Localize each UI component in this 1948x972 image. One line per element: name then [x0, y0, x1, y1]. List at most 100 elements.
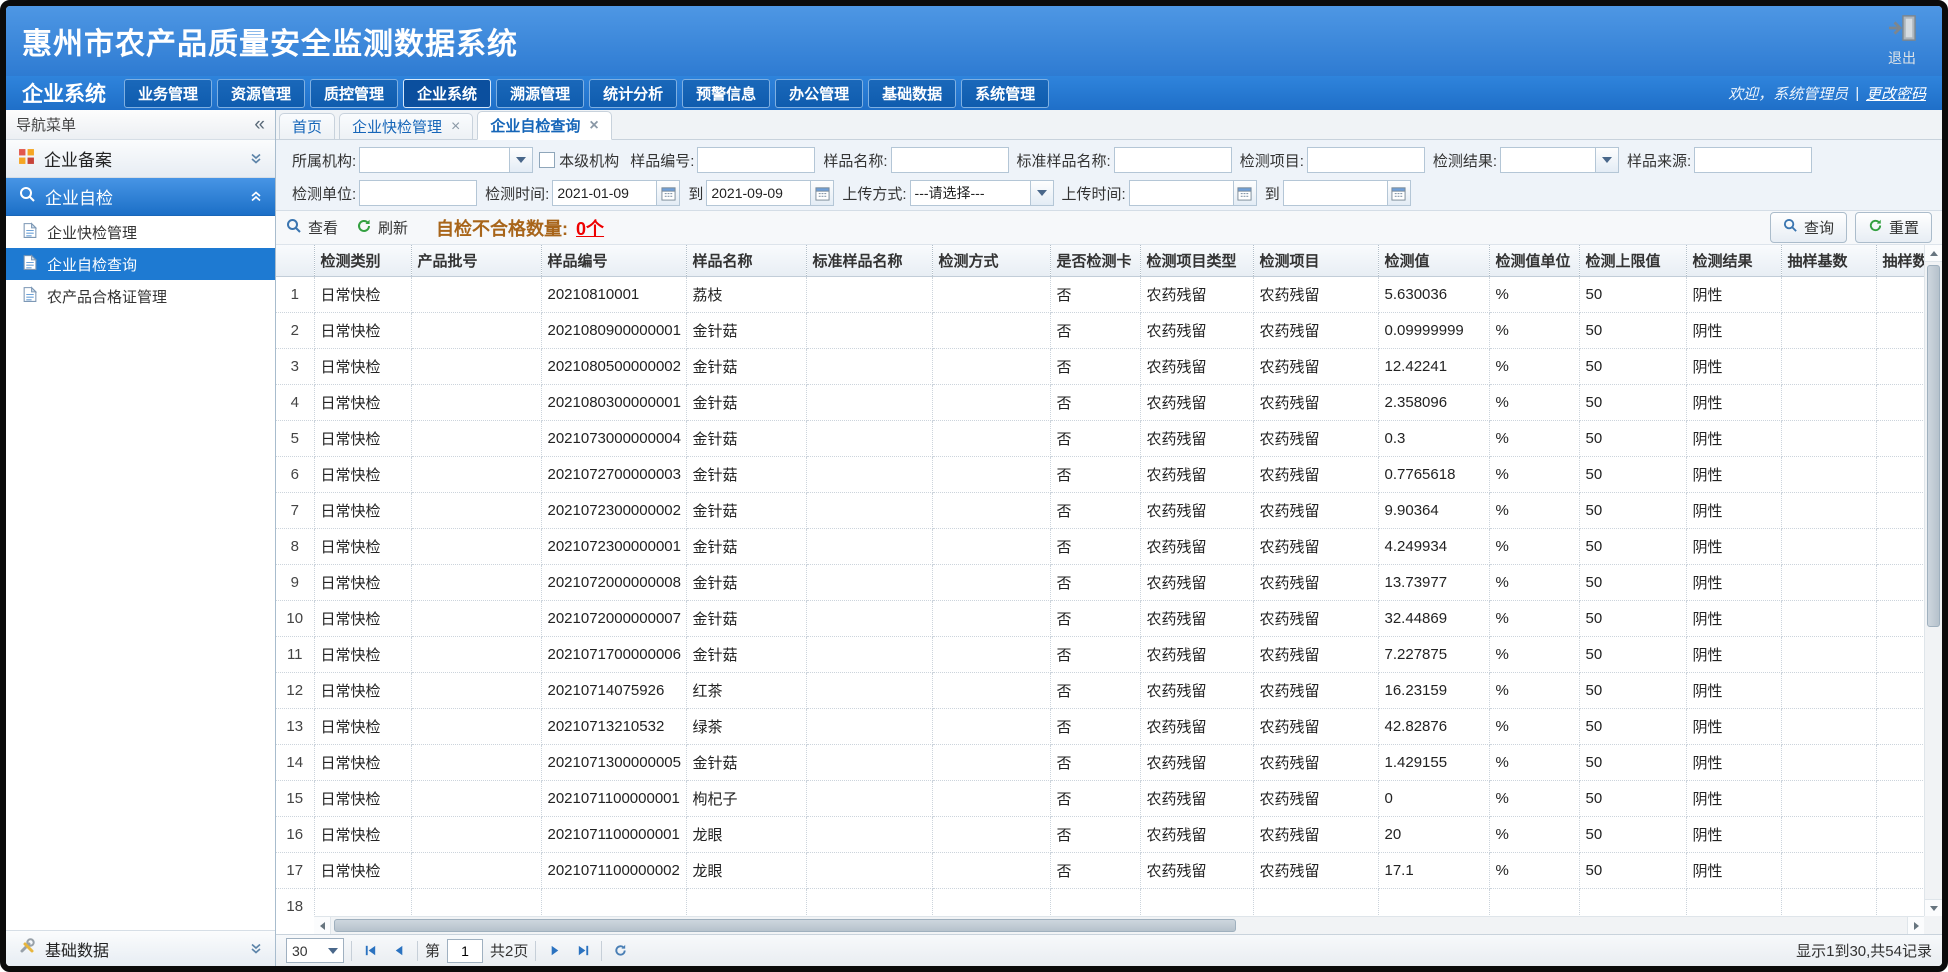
calendar-icon[interactable]: [656, 180, 680, 206]
column-header[interactable]: 检测值: [1378, 245, 1489, 276]
table-row[interactable]: 15日常快检2021071100000001枸杞子否农药残留农药残留0%50阴性: [276, 780, 1924, 816]
org-input[interactable]: [359, 147, 509, 173]
change-password-link[interactable]: 更改密码: [1866, 83, 1926, 104]
sidebar-panel-base-data[interactable]: 基础数据: [6, 930, 275, 966]
table-row[interactable]: 2日常快检2021080900000001金针菇否农药残留农药残留0.09999…: [276, 312, 1924, 348]
sidebar-item[interactable]: 农产品合格证管理: [6, 280, 275, 312]
table-row[interactable]: 10日常快检2021072000000007金针菇否农药残留农药残留32.448…: [276, 600, 1924, 636]
first-page-button[interactable]: [359, 940, 381, 962]
table-row[interactable]: 5日常快检2021073000000004金针菇否农药残留农药残留0.3%50阴…: [276, 420, 1924, 456]
table-row[interactable]: 12日常快检20210714075926红茶否农药残留农药残留16.23159%…: [276, 672, 1924, 708]
test-time-to-input[interactable]: [706, 180, 810, 206]
column-header[interactable]: 检测结果: [1686, 245, 1781, 276]
chevron-double-down-icon[interactable]: [249, 152, 263, 166]
view-button[interactable]: 查看: [286, 217, 338, 238]
reset-button[interactable]: 重置: [1855, 212, 1932, 243]
sample-source-input[interactable]: [1694, 147, 1812, 173]
test-item-input[interactable]: [1307, 147, 1425, 173]
last-page-button[interactable]: [572, 940, 594, 962]
table-row[interactable]: 3日常快检2021080500000002金针菇否农药残留农药残留12.4224…: [276, 348, 1924, 384]
column-header[interactable]: 检测上限值: [1579, 245, 1686, 276]
column-header[interactable]: 样品编号: [541, 245, 686, 276]
tab[interactable]: 企业自检查询×: [477, 111, 611, 140]
table-row[interactable]: 9日常快检2021072000000008金针菇否农药残留农药残留13.7397…: [276, 564, 1924, 600]
calendar-icon[interactable]: [810, 180, 834, 206]
column-header[interactable]: 检测类别: [314, 245, 411, 276]
tab[interactable]: 企业快检管理×: [339, 113, 473, 140]
table-row[interactable]: 16日常快检2021071100000001龙眼否农药残留农药残留20%50阴性: [276, 816, 1924, 852]
nav-item[interactable]: 质控管理: [310, 79, 398, 108]
table-row[interactable]: 13日常快检20210713210532绿茶否农药残留农药残留42.82876%…: [276, 708, 1924, 744]
table-row[interactable]: 18: [276, 888, 1924, 916]
sidebar-panel-enterprise-selfcheck[interactable]: 企业自检: [6, 178, 275, 216]
chevron-double-up-icon[interactable]: [249, 190, 263, 204]
nav-item[interactable]: 办公管理: [775, 79, 863, 108]
column-header[interactable]: 检测值单位: [1489, 245, 1579, 276]
column-header[interactable]: 产品批号: [411, 245, 541, 276]
vertical-scrollbar-thumb[interactable]: [1927, 265, 1940, 627]
combo-arrow-icon[interactable]: [1030, 180, 1054, 206]
scroll-left-arrow[interactable]: [314, 917, 331, 934]
scroll-right-arrow[interactable]: [1907, 917, 1924, 934]
fail-count-value[interactable]: 0个: [576, 215, 604, 241]
nav-item[interactable]: 统计分析: [589, 79, 677, 108]
table-row[interactable]: 1日常快检20210810001荔枝否农药残留农药残留5.630036%50阴性: [276, 276, 1924, 312]
upload-time-to-input[interactable]: [1283, 180, 1387, 206]
reload-button[interactable]: [609, 940, 631, 962]
test-unit-input[interactable]: [359, 180, 477, 206]
nav-item[interactable]: 业务管理: [124, 79, 212, 108]
table-row[interactable]: 8日常快检2021072300000001金针菇否农药残留农药残留4.24993…: [276, 528, 1924, 564]
page-number-input[interactable]: [447, 939, 483, 963]
column-header[interactable]: 检测项目类型: [1140, 245, 1253, 276]
next-page-button[interactable]: [543, 940, 565, 962]
sidebar-item[interactable]: 企业自检查询: [6, 248, 275, 280]
column-header[interactable]: 标准样品名称: [806, 245, 932, 276]
own-org-checkbox[interactable]: [539, 152, 555, 168]
column-header[interactable]: 抽样基数: [1781, 245, 1876, 276]
column-header[interactable]: 检测方式: [932, 245, 1050, 276]
table-row[interactable]: 7日常快检2021072300000002金针菇否农药残留农药残留9.90364…: [276, 492, 1924, 528]
scroll-down-arrow[interactable]: [1925, 899, 1942, 916]
query-button[interactable]: 查询: [1770, 212, 1847, 243]
nav-item[interactable]: 预警信息: [682, 79, 770, 108]
horizontal-scrollbar-thumb[interactable]: [334, 919, 1236, 932]
calendar-icon[interactable]: [1233, 180, 1257, 206]
nav-item[interactable]: 基础数据: [868, 79, 956, 108]
column-header[interactable]: 检测项目: [1253, 245, 1378, 276]
nav-item[interactable]: 溯源管理: [496, 79, 584, 108]
refresh-button[interactable]: 刷新: [356, 217, 408, 238]
tab-close-icon[interactable]: ×: [589, 118, 598, 134]
nav-item[interactable]: 系统管理: [961, 79, 1049, 108]
vertical-scrollbar[interactable]: [1924, 245, 1942, 916]
sidebar-collapse-button[interactable]: «: [254, 115, 265, 134]
table-row[interactable]: 14日常快检2021071300000005金针菇否农药残留农药残留1.4291…: [276, 744, 1924, 780]
column-header[interactable]: 样品名称: [686, 245, 806, 276]
nav-item[interactable]: 企业系统: [403, 79, 491, 108]
tab[interactable]: 首页: [279, 113, 335, 140]
page-size-select[interactable]: 30: [286, 938, 344, 963]
test-result-input[interactable]: [1500, 147, 1595, 173]
table-row[interactable]: 6日常快检2021072700000003金针菇否农药残留农药残留0.77656…: [276, 456, 1924, 492]
upload-method-input[interactable]: [910, 180, 1030, 206]
table-row[interactable]: 17日常快检2021071100000002龙眼否农药残留农药残留17.1%50…: [276, 852, 1924, 888]
upload-time-from-input[interactable]: [1129, 180, 1233, 206]
column-header[interactable]: 是否检测卡: [1050, 245, 1140, 276]
combo-arrow-icon[interactable]: [509, 147, 533, 173]
std-sample-name-input[interactable]: [1114, 147, 1232, 173]
chevron-double-down-icon[interactable]: [249, 942, 263, 956]
sample-name-input[interactable]: [891, 147, 1009, 173]
sample-code-input[interactable]: [697, 147, 815, 173]
nav-item[interactable]: 资源管理: [217, 79, 305, 108]
logout-button[interactable]: 退出: [1886, 14, 1918, 68]
combo-arrow-icon[interactable]: [1595, 147, 1619, 173]
table-row[interactable]: 11日常快检2021071700000006金针菇否农药残留农药残留7.2278…: [276, 636, 1924, 672]
horizontal-scrollbar[interactable]: [314, 916, 1924, 934]
test-time-from-input[interactable]: [552, 180, 656, 206]
column-header[interactable]: 抽样数量: [1876, 245, 1924, 276]
sidebar-item[interactable]: 企业快检管理: [6, 216, 275, 248]
table-row[interactable]: 4日常快检2021080300000001金针菇否农药残留农药残留2.35809…: [276, 384, 1924, 420]
prev-page-button[interactable]: [388, 940, 410, 962]
scroll-up-arrow[interactable]: [1925, 245, 1942, 262]
tab-close-icon[interactable]: ×: [451, 119, 460, 135]
calendar-icon[interactable]: [1387, 180, 1411, 206]
